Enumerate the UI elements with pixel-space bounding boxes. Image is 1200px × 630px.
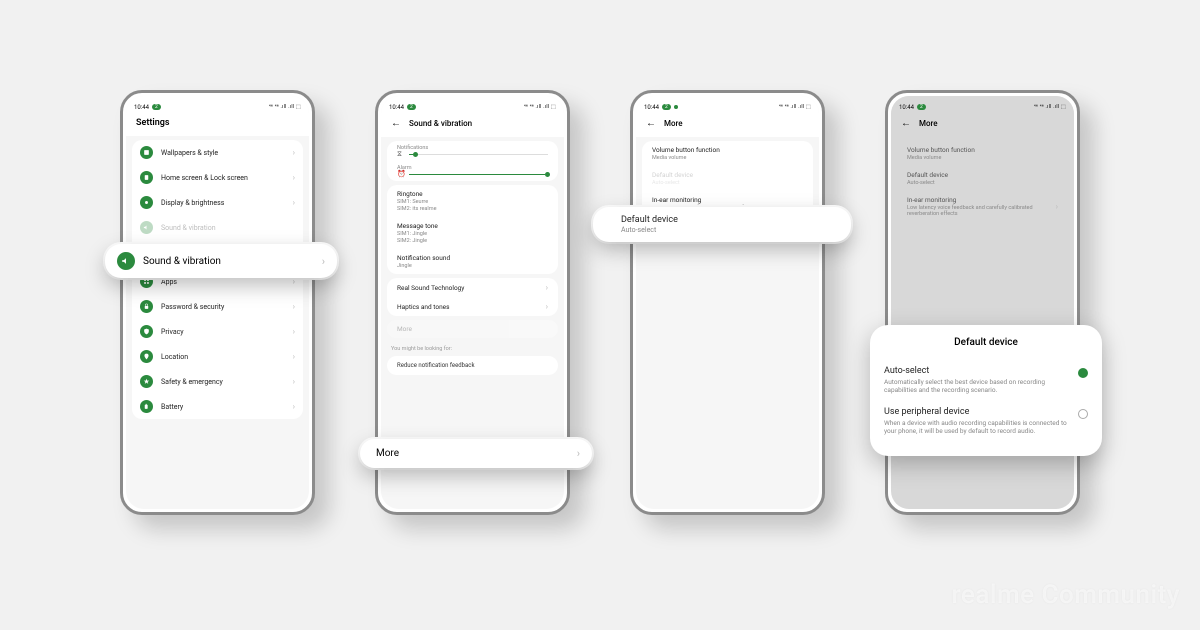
settings-row-home-lock[interactable]: Home screen & Lock screen › xyxy=(132,165,303,190)
settings-row-sound-placeholder: Sound & vibration xyxy=(132,215,303,240)
settings-row-battery[interactable]: Battery › xyxy=(132,394,303,419)
footer-reduce-feedback[interactable]: Reduce notification feedback xyxy=(387,356,558,375)
row-ringtone[interactable]: Ringtone SIM1: Seurre SIM2: its realme xyxy=(387,185,558,217)
page-title: More xyxy=(919,119,938,128)
home-icon xyxy=(140,171,153,184)
settings-row-display[interactable]: Display & brightness › xyxy=(132,190,303,215)
row-volume-function: Volume button function Media volume xyxy=(897,141,1068,166)
phone-1-settings: 10:44 2 ⁴⁶ ⁴⁶ .ıll .ıll ⬚ Settings Wallp… xyxy=(120,90,315,515)
row-haptics[interactable]: Haptics and tones › xyxy=(387,297,558,316)
page-header: ← More xyxy=(636,112,819,137)
page-header: ← More xyxy=(891,112,1074,137)
shield-icon xyxy=(140,325,153,338)
callout-default-device[interactable]: Default device Auto-select xyxy=(593,207,851,242)
settings-row-location[interactable]: Location › xyxy=(132,344,303,369)
status-badge: 2 xyxy=(407,104,416,110)
chevron-right-icon: › xyxy=(293,277,295,286)
chevron-right-icon: › xyxy=(293,173,295,182)
status-bar: 10:44 2 ⁴⁶ ⁴⁶ .ıll .ıll ⬚ xyxy=(891,96,1074,112)
status-indicators: ⁴⁶ ⁴⁶ .ıll .ıll ⬚ xyxy=(269,104,301,110)
chevron-right-icon: › xyxy=(293,148,295,157)
slider-alarm[interactable]: Alarm ⏰ xyxy=(387,161,558,181)
status-time: 10:44 xyxy=(389,104,404,111)
sheet-title: Default device xyxy=(884,337,1088,348)
chevron-right-icon: › xyxy=(546,302,548,311)
settings-row-privacy[interactable]: Privacy › xyxy=(132,319,303,344)
back-button[interactable]: ← xyxy=(391,118,401,129)
chevron-right-icon: › xyxy=(1056,202,1058,211)
bottom-sheet-default-device: Default device Auto-select Automatically… xyxy=(870,325,1102,456)
status-bar: 10:44 2 ⁴⁶ ⁴⁶ .ıll .ıll ⬚ xyxy=(636,96,819,112)
screenshot-stage: 10:44 2 ⁴⁶ ⁴⁶ .ıll .ıll ⬚ Settings Wallp… xyxy=(0,0,1200,515)
status-bar: 10:44 2 ⁴⁶ ⁴⁶ .ıll .ıll ⬚ xyxy=(126,96,309,112)
row-real-sound[interactable]: Real Sound Technology › xyxy=(387,278,558,297)
recording-dot-icon xyxy=(674,105,678,109)
option-peripheral[interactable]: Use peripheral device When a device with… xyxy=(884,401,1088,442)
chevron-right-icon: › xyxy=(546,283,548,292)
row-notification-sound[interactable]: Notification sound Jingle xyxy=(387,249,558,274)
status-indicators: ⁴⁶ ⁴⁶ .ıll .ıll ⬚ xyxy=(779,104,811,110)
back-button[interactable]: ← xyxy=(901,118,911,129)
sound-icon xyxy=(117,252,135,270)
page-header: ← Sound & vibration xyxy=(381,112,564,137)
radio-unselected-icon[interactable] xyxy=(1078,409,1088,419)
row-default-device-placeholder: Default device Auto-select xyxy=(642,166,813,191)
status-time: 10:44 xyxy=(899,104,914,111)
pin-icon xyxy=(140,350,153,363)
back-button[interactable]: ← xyxy=(646,118,656,129)
page-title: Sound & vibration xyxy=(409,119,472,128)
status-badge: 2 xyxy=(917,104,926,110)
row-default-device: Default device Auto-select xyxy=(897,166,1068,191)
status-indicators: ⁴⁶ ⁴⁶ .ıll .ıll ⬚ xyxy=(1034,104,1066,110)
status-badge: 2 xyxy=(152,104,161,110)
hint-text: You might be looking for: xyxy=(381,342,564,356)
settings-group-2: Apps › Password & security › Privacy › L… xyxy=(132,269,303,419)
option-auto-select[interactable]: Auto-select Automatically select the bes… xyxy=(884,360,1088,401)
wallpaper-icon xyxy=(140,146,153,159)
tech-card: Real Sound Technology › Haptics and tone… xyxy=(387,278,558,316)
battery-icon xyxy=(140,400,153,413)
settings-row-wallpapers[interactable]: Wallpapers & style › xyxy=(132,140,303,165)
callout-more[interactable]: More › xyxy=(360,439,592,468)
lock-icon xyxy=(140,300,153,313)
chevron-right-icon: › xyxy=(293,402,295,411)
phone-3-more: 10:44 2 ⁴⁶ ⁴⁶ .ıll .ıll ⬚ ← More Volume … xyxy=(630,90,825,515)
sliders-card: Notifications ⧖ Alarm ⏰ xyxy=(387,141,558,181)
watermark: realme Community xyxy=(951,580,1180,610)
more-card-dimmed: Volume button function Media volume Defa… xyxy=(897,141,1068,222)
status-time: 10:44 xyxy=(644,104,659,111)
page-title: Settings xyxy=(126,112,309,136)
phone-4-sheet: 10:44 2 ⁴⁶ ⁴⁶ .ıll .ıll ⬚ ← More Volume … xyxy=(885,90,1080,515)
status-bar: 10:44 2 ⁴⁶ ⁴⁶ .ıll .ıll ⬚ xyxy=(381,96,564,112)
page-title: More xyxy=(664,119,683,128)
settings-row-safety[interactable]: Safety & emergency › xyxy=(132,369,303,394)
row-more-placeholder: More xyxy=(387,320,558,338)
chevron-right-icon: › xyxy=(293,327,295,336)
chevron-right-icon: › xyxy=(577,447,580,460)
phone-2-sound: 10:44 2 ⁴⁶ ⁴⁶ .ıll .ıll ⬚ ← Sound & vibr… xyxy=(375,90,570,515)
slider-notifications[interactable]: Notifications ⧖ xyxy=(387,141,558,161)
chevron-right-icon: › xyxy=(293,302,295,311)
chevron-right-icon: › xyxy=(293,377,295,386)
star-icon xyxy=(140,375,153,388)
status-indicators: ⁴⁶ ⁴⁶ .ıll .ıll ⬚ xyxy=(524,104,556,110)
chevron-right-icon: › xyxy=(322,255,325,268)
bell-off-icon: ⧖ xyxy=(397,150,402,159)
alarm-icon: ⏰ xyxy=(397,170,406,178)
sounds-card: Ringtone SIM1: Seurre SIM2: its realme M… xyxy=(387,185,558,274)
sun-icon xyxy=(140,196,153,209)
callout-sound-vibration[interactable]: Sound & vibration › xyxy=(105,244,337,278)
row-volume-function[interactable]: Volume button function Media volume xyxy=(642,141,813,166)
status-time: 10:44 xyxy=(134,104,149,111)
row-inear-monitoring: In-ear monitoring Low latency voice feed… xyxy=(897,191,1068,222)
settings-row-password[interactable]: Password & security › xyxy=(132,294,303,319)
chevron-right-icon: › xyxy=(293,352,295,361)
radio-selected-icon[interactable] xyxy=(1078,368,1088,378)
status-badge: 2 xyxy=(662,104,671,110)
row-message-tone[interactable]: Message tone SIM1: Jingle SIM2: Jingle xyxy=(387,217,558,249)
chevron-right-icon: › xyxy=(293,198,295,207)
